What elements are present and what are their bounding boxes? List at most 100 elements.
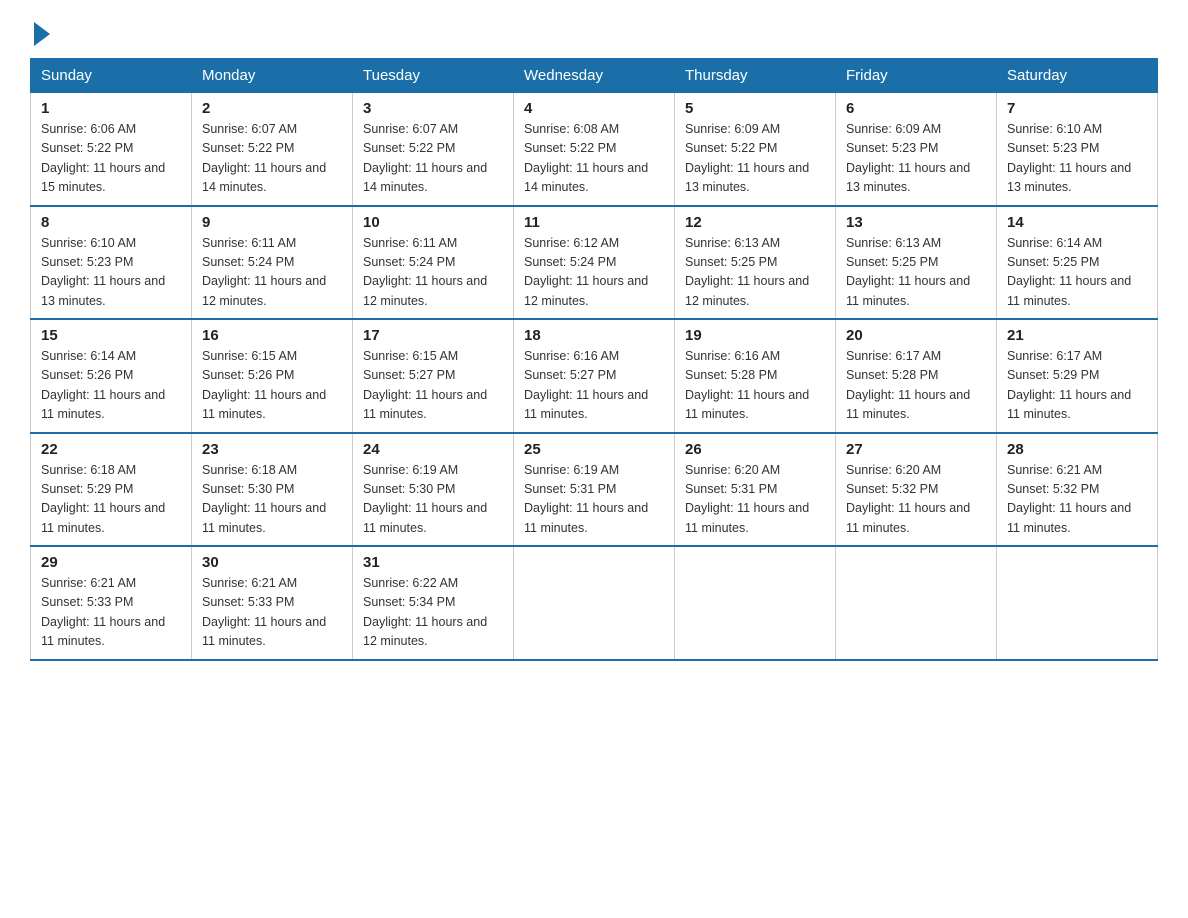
calendar-week-row: 1 Sunrise: 6:06 AMSunset: 5:22 PMDaylight… (31, 93, 1158, 206)
day-number: 28 (1007, 441, 1147, 458)
day-info: Sunrise: 6:12 AMSunset: 5:24 PMDaylight:… (524, 234, 664, 312)
calendar-cell: 28 Sunrise: 6:21 AMSunset: 5:32 PMDayligh… (997, 433, 1158, 547)
weekday-header-monday: Monday (192, 59, 353, 93)
calendar-cell: 19 Sunrise: 6:16 AMSunset: 5:28 PMDayligh… (675, 319, 836, 433)
calendar-week-row: 29Sunrise: 6:21 AMSunset: 5:33 PMDayligh… (31, 546, 1158, 660)
day-number: 5 (685, 100, 825, 117)
day-number: 15 (41, 327, 181, 344)
calendar-cell: 14 Sunrise: 6:14 AMSunset: 5:25 PMDayligh… (997, 206, 1158, 320)
day-number: 2 (202, 100, 342, 117)
weekday-header-tuesday: Tuesday (353, 59, 514, 93)
day-info: Sunrise: 6:14 AMSunset: 5:25 PMDaylight:… (1007, 234, 1147, 312)
day-number: 12 (685, 214, 825, 231)
day-number: 21 (1007, 327, 1147, 344)
logo (30, 20, 50, 42)
calendar-week-row: 22 Sunrise: 6:18 AMSunset: 5:29 PMDayligh… (31, 433, 1158, 547)
day-number: 3 (363, 100, 503, 117)
calendar-cell: 12 Sunrise: 6:13 AMSunset: 5:25 PMDayligh… (675, 206, 836, 320)
calendar-cell: 5 Sunrise: 6:09 AMSunset: 5:22 PMDaylight… (675, 93, 836, 206)
day-number: 11 (524, 214, 664, 231)
day-info: Sunrise: 6:15 AMSunset: 5:27 PMDaylight:… (363, 347, 503, 425)
weekday-header-sunday: Sunday (31, 59, 192, 93)
day-number: 26 (685, 441, 825, 458)
day-number: 13 (846, 214, 986, 231)
day-number: 19 (685, 327, 825, 344)
day-number: 16 (202, 327, 342, 344)
day-number: 4 (524, 100, 664, 117)
day-number: 22 (41, 441, 181, 458)
day-info: Sunrise: 6:19 AMSunset: 5:31 PMDaylight:… (524, 461, 664, 539)
day-info: Sunrise: 6:10 AMSunset: 5:23 PMDaylight:… (1007, 120, 1147, 198)
weekday-header-saturday: Saturday (997, 59, 1158, 93)
calendar-cell: 31Sunrise: 6:22 AMSunset: 5:34 PMDayligh… (353, 546, 514, 660)
day-info: Sunrise: 6:17 AMSunset: 5:28 PMDaylight:… (846, 347, 986, 425)
calendar-cell: 1 Sunrise: 6:06 AMSunset: 5:22 PMDaylight… (31, 93, 192, 206)
day-info: Sunrise: 6:16 AMSunset: 5:27 PMDaylight:… (524, 347, 664, 425)
day-number: 14 (1007, 214, 1147, 231)
calendar-cell: 13 Sunrise: 6:13 AMSunset: 5:25 PMDayligh… (836, 206, 997, 320)
weekday-header-thursday: Thursday (675, 59, 836, 93)
day-info: Sunrise: 6:08 AMSunset: 5:22 PMDaylight:… (524, 120, 664, 198)
calendar-cell: 20Sunrise: 6:17 AMSunset: 5:28 PMDayligh… (836, 319, 997, 433)
calendar-cell: 21Sunrise: 6:17 AMSunset: 5:29 PMDayligh… (997, 319, 1158, 433)
calendar-cell: 8 Sunrise: 6:10 AMSunset: 5:23 PMDaylight… (31, 206, 192, 320)
calendar-week-row: 15 Sunrise: 6:14 AMSunset: 5:26 PMDayligh… (31, 319, 1158, 433)
calendar-cell: 9 Sunrise: 6:11 AMSunset: 5:24 PMDaylight… (192, 206, 353, 320)
day-number: 27 (846, 441, 986, 458)
calendar-cell: 3Sunrise: 6:07 AMSunset: 5:22 PMDaylight… (353, 93, 514, 206)
calendar-cell: 6 Sunrise: 6:09 AMSunset: 5:23 PMDaylight… (836, 93, 997, 206)
day-number: 25 (524, 441, 664, 458)
day-info: Sunrise: 6:11 AMSunset: 5:24 PMDaylight:… (202, 234, 342, 312)
weekday-header-row: SundayMondayTuesdayWednesdayThursdayFrid… (31, 59, 1158, 93)
calendar-cell: 17Sunrise: 6:15 AMSunset: 5:27 PMDayligh… (353, 319, 514, 433)
day-number: 8 (41, 214, 181, 231)
weekday-header-wednesday: Wednesday (514, 59, 675, 93)
calendar-table: SundayMondayTuesdayWednesdayThursdayFrid… (30, 58, 1158, 661)
calendar-cell: 27Sunrise: 6:20 AMSunset: 5:32 PMDayligh… (836, 433, 997, 547)
calendar-cell: 23 Sunrise: 6:18 AMSunset: 5:30 PMDayligh… (192, 433, 353, 547)
calendar-cell: 24Sunrise: 6:19 AMSunset: 5:30 PMDayligh… (353, 433, 514, 547)
day-info: Sunrise: 6:19 AMSunset: 5:30 PMDaylight:… (363, 461, 503, 539)
calendar-cell: 18 Sunrise: 6:16 AMSunset: 5:27 PMDayligh… (514, 319, 675, 433)
calendar-cell: 29Sunrise: 6:21 AMSunset: 5:33 PMDayligh… (31, 546, 192, 660)
day-number: 31 (363, 554, 503, 571)
day-info: Sunrise: 6:13 AMSunset: 5:25 PMDaylight:… (685, 234, 825, 312)
weekday-header-friday: Friday (836, 59, 997, 93)
calendar-cell: 30 Sunrise: 6:21 AMSunset: 5:33 PMDayligh… (192, 546, 353, 660)
day-info: Sunrise: 6:21 AMSunset: 5:33 PMDaylight:… (202, 574, 342, 652)
calendar-cell: 10 Sunrise: 6:11 AMSunset: 5:24 PMDayligh… (353, 206, 514, 320)
day-number: 7 (1007, 100, 1147, 117)
day-number: 10 (363, 214, 503, 231)
day-info: Sunrise: 6:16 AMSunset: 5:28 PMDaylight:… (685, 347, 825, 425)
calendar-cell: 26 Sunrise: 6:20 AMSunset: 5:31 PMDayligh… (675, 433, 836, 547)
day-number: 30 (202, 554, 342, 571)
day-info: Sunrise: 6:21 AMSunset: 5:33 PMDaylight:… (41, 574, 181, 652)
day-number: 23 (202, 441, 342, 458)
day-info: Sunrise: 6:14 AMSunset: 5:26 PMDaylight:… (41, 347, 181, 425)
day-info: Sunrise: 6:06 AMSunset: 5:22 PMDaylight:… (41, 120, 181, 198)
calendar-cell (836, 546, 997, 660)
calendar-cell (675, 546, 836, 660)
calendar-cell: 22 Sunrise: 6:18 AMSunset: 5:29 PMDayligh… (31, 433, 192, 547)
calendar-cell (997, 546, 1158, 660)
day-info: Sunrise: 6:10 AMSunset: 5:23 PMDaylight:… (41, 234, 181, 312)
day-number: 9 (202, 214, 342, 231)
page-header (30, 20, 1158, 42)
day-number: 6 (846, 100, 986, 117)
day-info: Sunrise: 6:09 AMSunset: 5:23 PMDaylight:… (846, 120, 986, 198)
day-info: Sunrise: 6:11 AMSunset: 5:24 PMDaylight:… (363, 234, 503, 312)
calendar-cell: 16 Sunrise: 6:15 AMSunset: 5:26 PMDayligh… (192, 319, 353, 433)
day-info: Sunrise: 6:18 AMSunset: 5:29 PMDaylight:… (41, 461, 181, 539)
calendar-cell: 25 Sunrise: 6:19 AMSunset: 5:31 PMDayligh… (514, 433, 675, 547)
day-info: Sunrise: 6:13 AMSunset: 5:25 PMDaylight:… (846, 234, 986, 312)
day-number: 18 (524, 327, 664, 344)
calendar-week-row: 8 Sunrise: 6:10 AMSunset: 5:23 PMDaylight… (31, 206, 1158, 320)
day-info: Sunrise: 6:18 AMSunset: 5:30 PMDaylight:… (202, 461, 342, 539)
day-info: Sunrise: 6:09 AMSunset: 5:22 PMDaylight:… (685, 120, 825, 198)
calendar-cell: 11 Sunrise: 6:12 AMSunset: 5:24 PMDayligh… (514, 206, 675, 320)
day-info: Sunrise: 6:15 AMSunset: 5:26 PMDaylight:… (202, 347, 342, 425)
day-number: 1 (41, 100, 181, 117)
day-info: Sunrise: 6:21 AMSunset: 5:32 PMDaylight:… (1007, 461, 1147, 539)
calendar-cell: 7 Sunrise: 6:10 AMSunset: 5:23 PMDaylight… (997, 93, 1158, 206)
day-info: Sunrise: 6:20 AMSunset: 5:31 PMDaylight:… (685, 461, 825, 539)
